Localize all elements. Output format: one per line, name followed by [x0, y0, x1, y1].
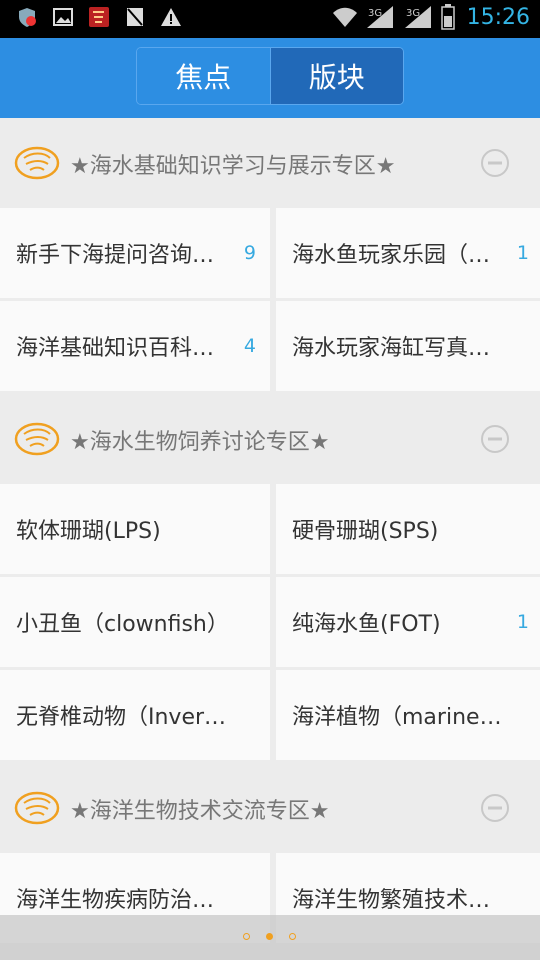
warning-icon: [161, 8, 181, 26]
wifi-icon: [332, 7, 357, 27]
tab-boards[interactable]: 版块: [269, 48, 403, 104]
image-icon: [53, 8, 73, 26]
board-grid: 新手下海提问咨询专区 9 海水鱼玩家乐园（新手） 1 海洋基础知识百科全书 4 …: [0, 208, 540, 394]
section-header[interactable]: ★海水生物饲养讨论专区★: [0, 394, 540, 484]
board-cell[interactable]: 纯海水鱼(FOT) 1: [276, 577, 540, 667]
forum-logo-icon: [14, 422, 60, 456]
forum-logo-icon: [14, 791, 60, 825]
section-title: ★海洋生物技术交流专区★: [70, 799, 330, 824]
board-list: ★海水基础知识学习与展示专区★ 新手下海提问咨询专区 9 海水鱼玩家乐园（新手）…: [0, 118, 540, 946]
app-icon: [89, 7, 109, 27]
board-cell[interactable]: 海洋植物（marine plants）: [276, 670, 540, 760]
tab-focus[interactable]: 焦点: [137, 48, 270, 104]
board-count: 1: [516, 242, 529, 264]
section-header[interactable]: ★海洋生物技术交流专区★: [0, 763, 540, 853]
board-count: 1: [516, 611, 529, 633]
board-cell[interactable]: 海洋基础知识百科全书 4: [0, 301, 270, 391]
board-cell[interactable]: 海水玩家海缸写真（展示）: [276, 301, 540, 391]
board-name: 软体珊瑚(LPS): [16, 519, 161, 544]
collapse-icon[interactable]: [480, 424, 510, 454]
board-cell[interactable]: 硬骨珊瑚(SPS): [276, 484, 540, 574]
board-name: 海洋植物（marine plants）: [292, 705, 507, 730]
collapse-icon[interactable]: [480, 793, 510, 823]
section-header[interactable]: ★海水基础知识学习与展示专区★: [0, 118, 540, 208]
board-cell[interactable]: 新手下海提问咨询专区 9: [0, 208, 270, 298]
board-name: 海水鱼玩家乐园（新手）: [292, 243, 507, 268]
page-dot-active[interactable]: [266, 933, 273, 940]
board-name: 海洋基础知识百科全书: [16, 336, 231, 361]
app-header: 焦点 版块: [0, 38, 540, 118]
page-dot[interactable]: [243, 933, 250, 940]
board-name: 海洋生物疾病防治（医疗）: [16, 888, 231, 913]
svg-text:3G: 3G: [368, 8, 382, 19]
page-dot[interactable]: [289, 933, 296, 940]
battery-icon: [440, 4, 455, 30]
section-title: ★海水基础知识学习与展示专区★: [70, 154, 396, 179]
board-name: 海洋生物繁殖技术（交流）: [292, 888, 507, 913]
collapse-icon[interactable]: [480, 148, 510, 178]
board-name: 无脊椎动物（Invertebrates）: [16, 705, 231, 730]
signal-icon: 3G: [404, 6, 431, 28]
board-name: 小丑鱼（clownfish）: [16, 612, 229, 637]
tab-switcher: 焦点 版块: [136, 47, 404, 105]
no-sim-icon: [127, 8, 143, 26]
notification-icons: [16, 6, 182, 28]
status-time: 15:26: [466, 4, 530, 30]
board-name: 海水玩家海缸写真（展示）: [292, 336, 507, 361]
page-indicator: [243, 933, 296, 940]
board-name: 硬骨珊瑚(SPS): [292, 519, 439, 544]
signal-icon: 3G: [366, 6, 393, 28]
svg-text:3G: 3G: [406, 8, 420, 19]
status-bar: 3G 3G 15:26: [0, 0, 540, 38]
board-count: 4: [243, 335, 256, 357]
board-name: 纯海水鱼(FOT): [292, 612, 441, 637]
forum-logo-icon: [14, 146, 60, 180]
board-count: 9: [243, 242, 256, 264]
board-cell[interactable]: 小丑鱼（clownfish）: [0, 577, 270, 667]
system-icons: 3G 3G 15:26: [331, 4, 530, 30]
board-cell[interactable]: 软体珊瑚(LPS): [0, 484, 270, 574]
section-title: ★海水生物饲养讨论专区★: [70, 430, 330, 455]
shield-icon: [19, 8, 36, 27]
page-indicator-bar: [0, 915, 540, 960]
board-cell[interactable]: 海水鱼玩家乐园（新手） 1: [276, 208, 540, 298]
board-grid: 软体珊瑚(LPS) 硬骨珊瑚(SPS) 小丑鱼（clownfish） 纯海水鱼(…: [0, 484, 540, 763]
board-name: 新手下海提问咨询专区: [16, 243, 231, 268]
board-cell[interactable]: 无脊椎动物（Invertebrates）: [0, 670, 270, 760]
